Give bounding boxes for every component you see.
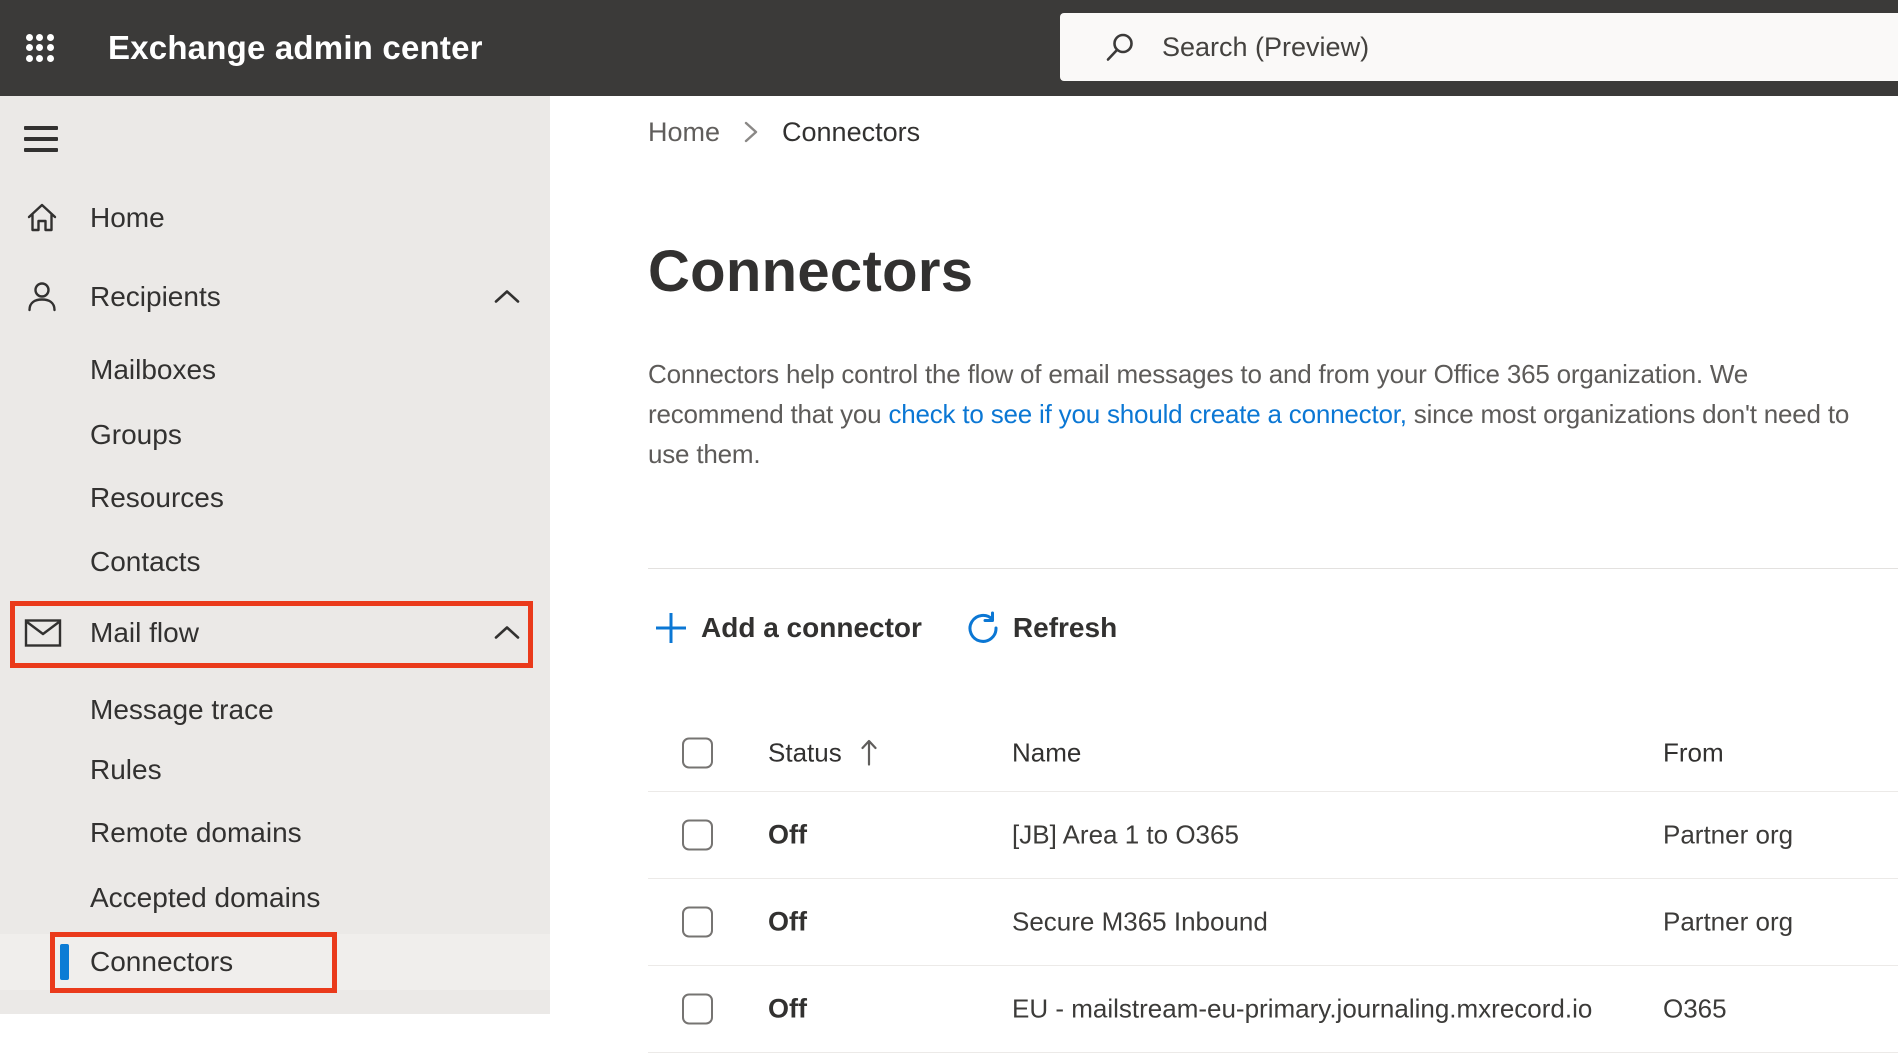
column-header-from[interactable]: From	[1663, 737, 1724, 768]
breadcrumb-chevron-icon	[742, 118, 760, 146]
plus-icon	[654, 611, 688, 645]
row-checkbox[interactable]	[682, 994, 713, 1025]
sidebar-item-message-trace[interactable]: Message trace	[0, 682, 550, 738]
person-icon	[24, 279, 60, 315]
sidebar-item-label: Mail flow	[90, 605, 199, 661]
row-from: Partner org	[1663, 907, 1793, 938]
table-row[interactable]: Off EU - mailstream-eu-primary.journaling…	[648, 966, 1898, 1053]
sidebar-item-recipients[interactable]: Recipients	[0, 269, 550, 325]
add-connector-button[interactable]: Add a connector	[648, 600, 928, 656]
sidebar-item-home[interactable]: Home	[0, 190, 550, 246]
breadcrumb-current: Connectors	[782, 117, 920, 148]
sidebar-item-connectors[interactable]: Connectors	[0, 934, 550, 990]
row-name[interactable]: Secure M365 Inbound	[1012, 907, 1268, 938]
page-title: Connectors	[648, 237, 973, 307]
search-icon	[1104, 31, 1136, 63]
selected-accent-bar	[60, 944, 69, 980]
sidebar-item-label: Remote domains	[90, 805, 302, 861]
refresh-icon	[966, 611, 1000, 645]
sidebar-item-label: Recipients	[90, 269, 221, 325]
table-header-row: Status Name From	[648, 714, 1898, 792]
row-name[interactable]: [JB] Area 1 to O365	[1012, 820, 1239, 851]
hamburger-menu-icon[interactable]	[24, 126, 58, 152]
refresh-button[interactable]: Refresh	[960, 600, 1123, 656]
sidebar-item-label: Rules	[90, 742, 162, 798]
sidebar-item-label: Groups	[90, 407, 182, 463]
search-input[interactable]	[1162, 32, 1762, 63]
row-from: Partner org	[1663, 820, 1793, 851]
sidebar-item-resources[interactable]: Resources	[0, 470, 550, 526]
table-row[interactable]: Off Secure M365 Inbound Partner org	[648, 879, 1898, 966]
top-bar: Exchange admin center	[0, 0, 1898, 96]
column-header-name[interactable]: Name	[1012, 737, 1081, 768]
main-content: Home Connectors Connectors Connectors he…	[550, 96, 1898, 1014]
sidebar-item-label: Home	[90, 190, 165, 246]
row-checkbox[interactable]	[682, 820, 713, 851]
add-connector-label: Add a connector	[701, 612, 922, 644]
column-header-status[interactable]: Status	[768, 737, 880, 768]
sidebar-item-label: Connectors	[90, 934, 233, 990]
create-connector-check-link[interactable]: check to see if you should create a conn…	[888, 399, 1406, 429]
mail-icon	[24, 618, 62, 648]
sidebar-item-label: Contacts	[90, 534, 201, 590]
sidebar-item-rules[interactable]: Rules	[0, 742, 550, 798]
sidebar-item-mailboxes[interactable]: Mailboxes	[0, 342, 550, 398]
status-header-label: Status	[768, 737, 842, 768]
home-icon	[24, 200, 60, 236]
chevron-up-icon	[492, 623, 522, 643]
row-status: Off	[768, 994, 807, 1025]
table-row[interactable]: Off [JB] Area 1 to O365 Partner org	[648, 792, 1898, 879]
search-box[interactable]	[1060, 13, 1898, 81]
page-description: Connectors help control the flow of emai…	[648, 354, 1863, 474]
app-launcher-icon[interactable]	[24, 32, 56, 64]
row-status: Off	[768, 907, 807, 938]
collapse-toggle[interactable]	[492, 605, 522, 661]
sidebar-item-mail-flow[interactable]: Mail flow	[0, 605, 550, 661]
sidebar-item-label: Resources	[90, 470, 224, 526]
connectors-table: Status Name From Off [JB] Area 1 to O365 P…	[648, 714, 1898, 1053]
sidebar-item-label: Mailboxes	[90, 342, 216, 398]
row-checkbox[interactable]	[682, 907, 713, 938]
sidebar-item-groups[interactable]: Groups	[0, 407, 550, 463]
sidebar-item-label: Message trace	[90, 682, 274, 738]
breadcrumb: Home Connectors	[648, 112, 920, 152]
sidebar-item-accepted-domains[interactable]: Accepted domains	[0, 870, 550, 926]
refresh-label: Refresh	[1013, 612, 1117, 644]
sidebar-item-label: Accepted domains	[90, 870, 320, 926]
row-status: Off	[768, 820, 807, 851]
sidebar-item-contacts[interactable]: Contacts	[0, 534, 550, 590]
row-name[interactable]: EU - mailstream-eu-primary.journaling.mx…	[1012, 994, 1592, 1025]
row-from: O365	[1663, 994, 1727, 1025]
command-bar: Add a connector Refresh	[648, 600, 1123, 656]
collapse-toggle[interactable]	[492, 269, 522, 325]
toolbar-divider	[648, 568, 1898, 569]
app-title: Exchange admin center	[108, 0, 483, 96]
select-all-checkbox[interactable]	[682, 737, 713, 768]
breadcrumb-home-link[interactable]: Home	[648, 117, 720, 148]
sort-ascending-icon	[858, 738, 880, 768]
chevron-up-icon	[492, 287, 522, 307]
sidebar-nav: Home Recipients Mailboxes Groups Resources Co…	[0, 96, 550, 1014]
sidebar-item-remote-domains[interactable]: Remote domains	[0, 805, 550, 861]
